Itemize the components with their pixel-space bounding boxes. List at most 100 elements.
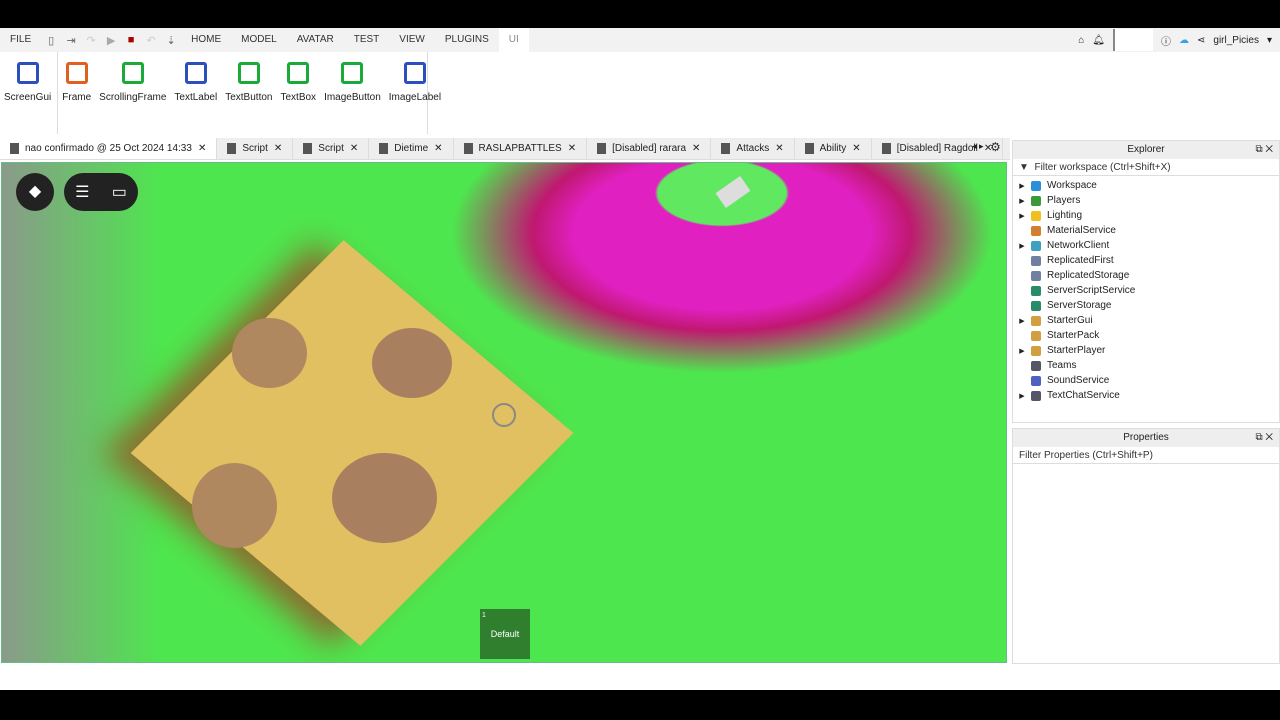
close-icon[interactable]: ✕ — [274, 143, 282, 154]
ribbon-button[interactable]: Frame — [58, 52, 95, 134]
chat-icon[interactable]: ▭ — [112, 182, 127, 202]
ui-object-icon — [65, 62, 88, 84]
menu-icon[interactable]: ☰ — [75, 182, 89, 202]
expand-arrow-icon[interactable]: ▶ — [1013, 347, 1031, 355]
explorer-item[interactable]: MaterialService — [1013, 223, 1279, 238]
menu-bar: FILE ▯ ⇥ ↷ ▶ ■ ↶ ⇣ HOME MODEL AVATAR TEST VI… — [0, 28, 1280, 52]
customize-icon[interactable]: ⇣ — [163, 34, 179, 47]
file-menu[interactable]: FILE — [0, 28, 41, 52]
explorer-panel: Explorer ⧉ ✕ ▼ Filter workspace (Ctrl+Shi… — [1012, 140, 1280, 423]
game-viewport[interactable]: ◆ ☰ ▭ 1 Default — [1, 162, 1007, 663]
explorer-item[interactable]: ▶ StarterGui — [1013, 313, 1279, 328]
document-tab[interactable]: Script ✕ — [217, 138, 294, 159]
bell-icon[interactable]: 🔔︎ — [1092, 35, 1105, 46]
service-icon — [1031, 345, 1041, 356]
username[interactable]: girl_Picies — [1213, 35, 1259, 46]
expand-arrow-icon[interactable]: ▶ — [1013, 197, 1031, 205]
document-tab[interactable]: RASLAPBATTLES ✕ — [454, 138, 588, 159]
explorer-item[interactable]: ReplicatedStorage — [1013, 268, 1279, 283]
properties-filter-input[interactable]: Filter Properties (Ctrl+Shift+P) — [1013, 447, 1279, 464]
ui-object-icon — [16, 62, 39, 84]
service-icon — [1031, 270, 1041, 281]
undo-icon[interactable]: ↶ — [143, 34, 159, 47]
ribbon-button[interactable]: ScrollingFrame — [95, 52, 170, 134]
explorer-item[interactable]: SoundService — [1013, 373, 1279, 388]
ribbon-button[interactable]: ImageLabel — [385, 52, 445, 134]
import-icon[interactable]: ⇥ — [63, 34, 79, 47]
explorer-item[interactable]: ▶ Players — [1013, 193, 1279, 208]
document-tab[interactable]: nao confirmado @ 25 Oct 2024 14:33 ✕ — [0, 138, 218, 159]
default-text-button[interactable]: 1 Default — [480, 609, 530, 659]
tab-label: Script — [242, 143, 268, 154]
document-tab[interactable]: Attacks ✕ — [711, 138, 795, 159]
menu-tab[interactable]: AVATAR — [287, 28, 344, 52]
redo-icon[interactable]: ↷ — [83, 34, 99, 47]
menu-tab[interactable]: PLUGINS — [435, 28, 499, 52]
gear-icon[interactable]: ⚙ — [990, 140, 1001, 154]
close-icon[interactable]: ✕ — [198, 143, 206, 154]
close-icon[interactable]: ✕ — [568, 143, 576, 154]
explorer-item[interactable]: StarterPack — [1013, 328, 1279, 343]
explorer-item[interactable]: ▶ NetworkClient — [1013, 238, 1279, 253]
ribbon: ScreenGui Frame ScrollingFrame TextLabel Tex… — [0, 52, 441, 134]
script-icon — [721, 143, 731, 154]
menu-tab[interactable]: UI — [498, 28, 529, 52]
explorer-item[interactable]: ServerStorage — [1013, 298, 1279, 313]
document-tab[interactable]: [Disabled] rarara ✕ — [587, 138, 712, 159]
explorer-filter-input[interactable]: ▼ Filter workspace (Ctrl+Shift+X) — [1013, 159, 1279, 176]
cube-part — [130, 240, 574, 646]
share-icon[interactable]: ⋖ — [1197, 35, 1205, 46]
menu-tab[interactable]: MODEL — [231, 28, 287, 52]
tab-label: [Disabled] rarara — [612, 143, 687, 154]
item-label: ServerStorage — [1047, 300, 1112, 311]
sphere — [232, 318, 307, 388]
ribbon-button[interactable]: TextLabel — [170, 52, 221, 134]
ribbon-button[interactable]: TextBox — [276, 52, 320, 134]
explorer-item[interactable]: ▶ StarterPlayer — [1013, 343, 1279, 358]
expand-arrow-icon[interactable]: ▶ — [1013, 242, 1031, 250]
expand-arrow-icon[interactable]: ▶ — [1013, 212, 1031, 220]
cloud-icon[interactable]: ☁ — [1179, 35, 1189, 46]
close-icon[interactable]: ✕ — [852, 143, 860, 154]
menu-tab[interactable]: HOME — [181, 28, 231, 52]
expand-arrow-icon[interactable]: ▶ — [1013, 392, 1031, 400]
chevron-down-icon[interactable]: ▾ — [1267, 35, 1272, 46]
close-icon[interactable]: ✕ — [692, 143, 700, 154]
collab-icon[interactable]: ⌂ — [1078, 35, 1084, 46]
explorer-item[interactable]: ServerScriptService — [1013, 283, 1279, 298]
play-icon[interactable]: ▶ — [103, 34, 119, 47]
explorer-item[interactable]: ▶ TextChatService — [1013, 388, 1279, 403]
explorer-item[interactable]: ReplicatedFirst — [1013, 253, 1279, 268]
expand-arrow-icon[interactable]: ▶ — [1013, 182, 1031, 190]
close-icon[interactable]: ✕ — [350, 143, 358, 154]
tab-scroll-arrows[interactable]: ◂ ▸ — [972, 141, 984, 152]
ui-object-icon — [237, 62, 260, 84]
service-icon — [1031, 255, 1041, 266]
stop-icon[interactable]: ■ — [123, 34, 139, 46]
close-icon[interactable]: ✕ — [434, 143, 442, 154]
document-tab[interactable]: Dietime ✕ — [369, 138, 454, 159]
ribbon-button[interactable]: ImageButton — [320, 52, 385, 134]
sphere — [192, 463, 277, 548]
roblox-logo-button[interactable]: ◆ — [16, 173, 54, 211]
menu-tab[interactable]: VIEW — [389, 28, 435, 52]
new-file-icon[interactable]: ▯ — [43, 34, 59, 47]
filter-placeholder: Filter workspace (Ctrl+Shift+X) — [1034, 162, 1171, 173]
close-icon[interactable]: ⧉ ✕ — [1255, 429, 1273, 447]
item-label: Teams — [1047, 360, 1077, 371]
document-tab[interactable]: Ability ✕ — [795, 138, 872, 159]
ribbon-button[interactable]: TextButton — [221, 52, 276, 134]
explorer-item[interactable]: ▶ Workspace — [1013, 178, 1279, 193]
explorer-item[interactable]: Teams — [1013, 358, 1279, 373]
close-icon[interactable]: ⧉ ✕ — [1255, 141, 1273, 159]
ribbon-label: TextButton — [225, 92, 273, 103]
tab-label: nao confirmado @ 25 Oct 2024 14:33 — [25, 143, 192, 154]
menu-tab[interactable]: TEST — [344, 28, 390, 52]
help-icon[interactable]: ⓘ — [1161, 33, 1171, 48]
ribbon-button[interactable]: ScreenGui — [0, 52, 59, 134]
close-icon[interactable]: ✕ — [775, 143, 783, 154]
filter-placeholder: Filter Properties (Ctrl+Shift+P) — [1019, 450, 1153, 461]
document-tab[interactable]: Script ✕ — [293, 138, 370, 159]
expand-arrow-icon[interactable]: ▶ — [1013, 317, 1031, 325]
explorer-item[interactable]: ▶ Lighting — [1013, 208, 1279, 223]
